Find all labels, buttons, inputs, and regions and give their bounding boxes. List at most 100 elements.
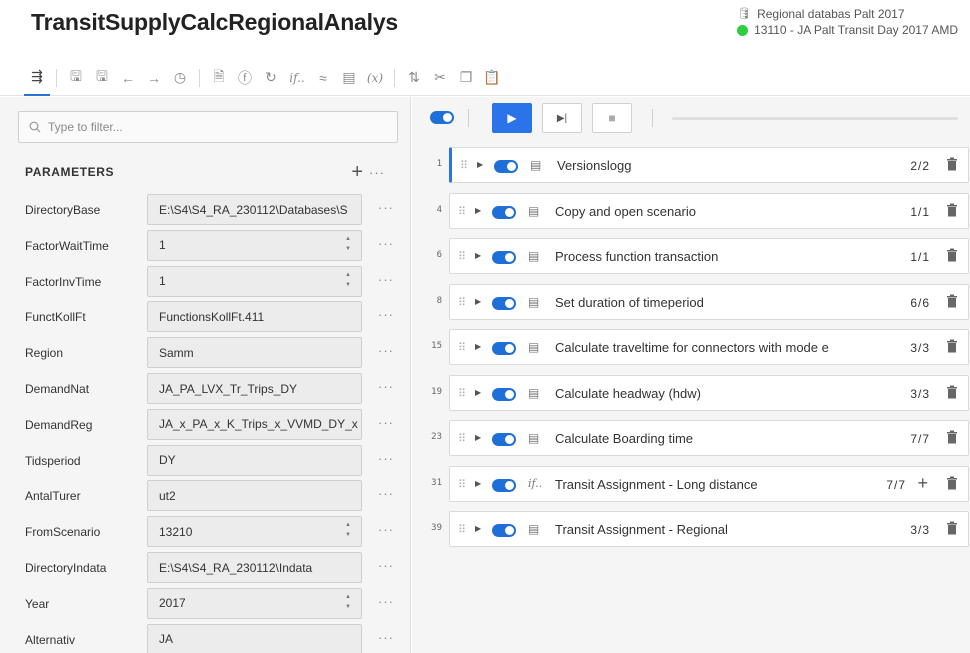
database-info[interactable]: 🛢 Regional databas Palt 2017 13110 - JA …: [737, 6, 958, 38]
drag-handle-icon[interactable]: ⠿: [458, 205, 466, 218]
step-enable-toggle[interactable]: [492, 251, 516, 264]
step-card[interactable]: ⠿ ▶ ▤ Calculate Boarding time 7/7: [449, 420, 969, 456]
parameter-more-button[interactable]: ···: [378, 200, 394, 215]
parameter-value-field[interactable]: JA: [147, 623, 362, 653]
trash-icon[interactable]: [946, 521, 958, 535]
step-card[interactable]: ⠿ ▶ ▤ Process function transaction 1/1: [449, 238, 969, 274]
step-card[interactable]: ⠿ ▶ ▤ Calculate headway (hdw) 3/3: [449, 374, 969, 411]
number-stepper[interactable]: ▲ ▼: [345, 522, 351, 538]
step-enable-toggle[interactable]: [492, 524, 516, 537]
filter-box[interactable]: [18, 111, 398, 143]
parameter-more-button[interactable]: ···: [378, 522, 394, 537]
parameter-more-button[interactable]: ···: [378, 343, 394, 358]
parameter-more-button[interactable]: ···: [378, 451, 394, 466]
parameter-value-field[interactable]: 1 ▲ ▼: [147, 229, 362, 261]
expand-caret-icon[interactable]: ▶: [477, 160, 483, 169]
number-stepper[interactable]: ▲ ▼: [345, 594, 351, 610]
parameter-more-button[interactable]: ···: [378, 272, 394, 287]
number-stepper[interactable]: ▲ ▼: [345, 272, 351, 288]
parameter-value-field[interactable]: 13210 ▲ ▼: [147, 516, 362, 548]
drag-handle-icon[interactable]: ⠿: [458, 250, 466, 263]
parameter-value-field[interactable]: 1 ▲ ▼: [147, 265, 362, 297]
increment-icon[interactable]: ▲: [345, 236, 351, 242]
step-button[interactable]: ▶|: [542, 103, 582, 133]
trash-icon[interactable]: [946, 476, 958, 490]
parameter-more-button[interactable]: ···: [378, 486, 394, 501]
parameter-more-button[interactable]: ···: [378, 379, 394, 394]
step-card[interactable]: ⠿ ▶ ▤ Calculate traveltime for connectors w…: [449, 329, 969, 365]
enable-all-toggle[interactable]: [430, 111, 454, 124]
drag-handle-icon[interactable]: ⠿: [458, 432, 466, 445]
trash-icon[interactable]: [946, 385, 958, 399]
expand-caret-icon[interactable]: ▶: [475, 388, 481, 397]
expand-caret-icon[interactable]: ▶: [475, 297, 481, 306]
parameter-value-field[interactable]: Samm: [147, 337, 362, 369]
parameter-value-field[interactable]: ut2: [147, 480, 362, 512]
drag-handle-icon[interactable]: ⠿: [458, 478, 466, 491]
decrement-icon[interactable]: ▼: [345, 246, 351, 252]
save-as-icon[interactable]: 🖫: [89, 60, 115, 96]
step-enable-toggle[interactable]: [492, 433, 516, 446]
paste-icon[interactable]: 📋: [479, 60, 505, 96]
parameter-more-button[interactable]: ···: [378, 415, 394, 430]
trash-icon[interactable]: [946, 294, 958, 308]
copy-icon[interactable]: ❐: [453, 60, 479, 96]
expand-caret-icon[interactable]: ▶: [475, 479, 481, 488]
trash-icon[interactable]: [946, 339, 958, 353]
increment-icon[interactable]: ▲: [345, 522, 351, 528]
trash-icon[interactable]: [946, 248, 958, 262]
decrement-icon[interactable]: ▼: [345, 282, 351, 288]
trash-icon[interactable]: [946, 157, 958, 171]
add-parameter-button[interactable]: +: [351, 161, 363, 184]
expand-caret-icon[interactable]: ▶: [475, 524, 481, 533]
function-icon[interactable]: ⓕ: [232, 60, 258, 96]
add-substep-button[interactable]: +: [917, 473, 928, 494]
expand-caret-icon[interactable]: ▶: [475, 251, 481, 260]
parameter-more-button[interactable]: ···: [378, 307, 394, 322]
refresh-icon[interactable]: ↻: [258, 60, 284, 96]
expand-caret-icon[interactable]: ▶: [475, 433, 481, 442]
increment-icon[interactable]: ▲: [345, 272, 351, 278]
step-card[interactable]: ⠿ ▶ ▤ Transit Assignment - Regional 3/3: [449, 511, 969, 547]
drag-handle-icon[interactable]: ⠿: [458, 523, 466, 536]
filter-input[interactable]: [48, 120, 378, 134]
increment-icon[interactable]: ▲: [345, 594, 351, 600]
parameter-value-field[interactable]: E:\S4\S4_RA_230112\Indata: [147, 552, 362, 583]
decrement-icon[interactable]: ▼: [345, 604, 351, 610]
parameters-tab-icon[interactable]: ⇶: [24, 60, 50, 96]
expand-caret-icon[interactable]: ▶: [475, 206, 481, 215]
drag-handle-icon[interactable]: ⠿: [458, 387, 466, 400]
cut-icon[interactable]: ✂: [427, 60, 453, 96]
run-button[interactable]: ▶: [492, 103, 532, 133]
parameter-value-field[interactable]: 2017 ▲ ▼: [147, 587, 362, 619]
parameter-value-field[interactable]: FunctionsKollFt.411: [147, 301, 362, 333]
history-icon[interactable]: ◷: [167, 60, 193, 96]
redo-icon[interactable]: →: [141, 60, 167, 96]
parameter-more-button[interactable]: ···: [378, 236, 394, 251]
parameter-more-button[interactable]: ···: [378, 594, 394, 609]
step-enable-toggle[interactable]: [492, 205, 516, 219]
parameter-value-field[interactable]: JA_PA_LVX_Tr_Trips_DY: [147, 373, 362, 404]
save-icon[interactable]: 🖫: [63, 60, 89, 96]
decrement-icon[interactable]: ▼: [345, 532, 351, 538]
step-enable-toggle[interactable]: [492, 342, 516, 355]
list-icon[interactable]: ▤: [336, 60, 362, 96]
step-enable-toggle[interactable]: [494, 160, 518, 173]
parameters-more-button[interactable]: ···: [369, 165, 385, 180]
step-enable-toggle[interactable]: [492, 296, 516, 310]
undo-icon[interactable]: ←: [115, 60, 141, 96]
loop-icon[interactable]: ≈: [310, 60, 336, 96]
drag-handle-icon[interactable]: ⠿: [460, 159, 468, 172]
step-card[interactable]: ⠿ ▶ ▤ Set duration of timeperiod 6/6: [449, 283, 969, 320]
step-card[interactable]: ⠿ ▶ if.. Transit Assignment - Long distance…: [449, 465, 969, 502]
drag-handle-icon[interactable]: ⠿: [458, 341, 466, 354]
sort-icon[interactable]: ⇅: [401, 60, 427, 96]
drag-handle-icon[interactable]: ⠿: [458, 296, 466, 309]
variable-icon[interactable]: (x): [362, 60, 388, 96]
expand-caret-icon[interactable]: ▶: [475, 342, 481, 351]
step-card[interactable]: ⠿ ▶ ▤ Versionslogg 2/2: [449, 147, 969, 183]
trash-icon[interactable]: [946, 203, 958, 217]
parameter-more-button[interactable]: ···: [378, 558, 394, 573]
number-stepper[interactable]: ▲ ▼: [345, 236, 351, 252]
step-card[interactable]: ⠿ ▶ ▤ Copy and open scenario 1/1: [449, 192, 969, 229]
